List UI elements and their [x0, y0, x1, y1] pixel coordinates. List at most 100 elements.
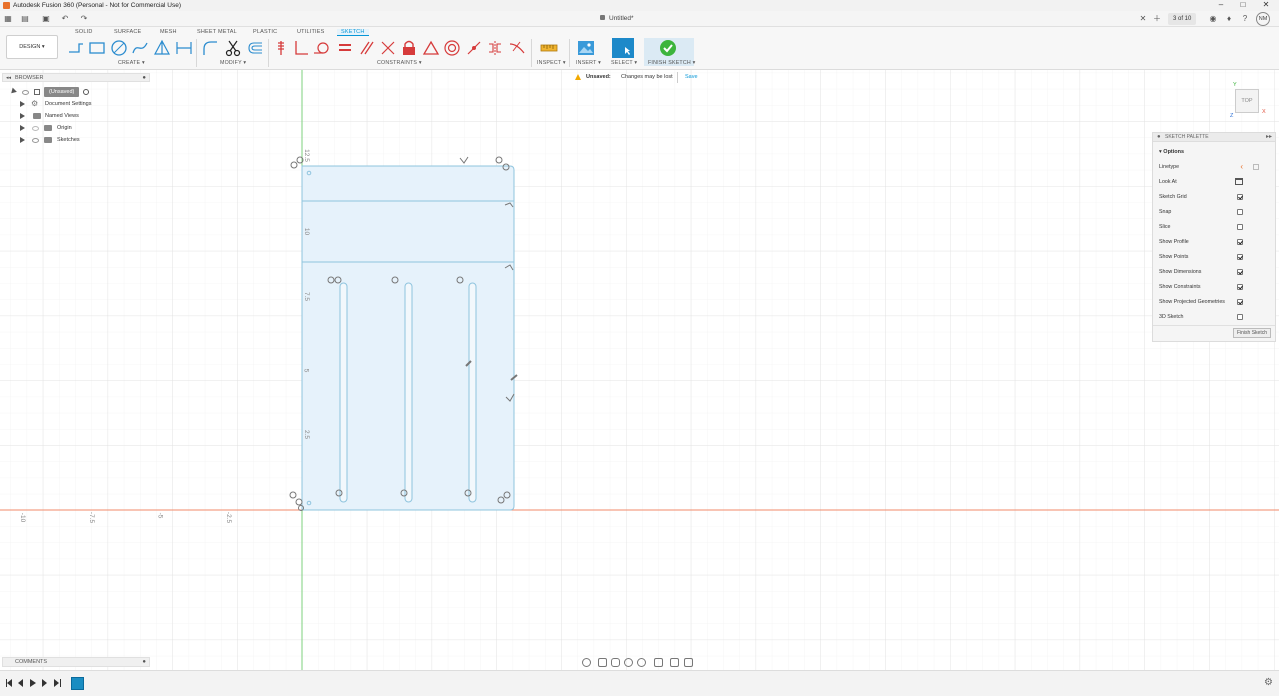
- show-points-checkbox[interactable]: [1237, 254, 1243, 260]
- inspect-menu[interactable]: INSPECT ▾: [537, 60, 566, 66]
- show-constraints-checkbox[interactable]: [1237, 284, 1243, 290]
- grid-snaps-icon[interactable]: [670, 658, 679, 667]
- notifications-bell-icon[interactable]: ♦: [1224, 14, 1234, 24]
- tree-item-named-views[interactable]: Named Views: [20, 111, 150, 121]
- tab-sketch[interactable]: SKETCH: [337, 29, 369, 36]
- go-to-end-icon[interactable]: [54, 679, 59, 687]
- comments-pin-icon[interactable]: ●: [142, 658, 146, 667]
- equal-constraint-icon[interactable]: [336, 39, 354, 57]
- slice-checkbox[interactable]: [1237, 224, 1243, 230]
- redo-icon[interactable]: ↷: [79, 14, 89, 24]
- tree-item-origin[interactable]: Origin: [20, 123, 150, 133]
- close-tab-icon[interactable]: ✕: [1138, 14, 1148, 24]
- go-to-start-icon[interactable]: [7, 679, 12, 687]
- select-menu[interactable]: SELECT ▾: [611, 60, 637, 66]
- tree-item-sketches[interactable]: Sketches: [20, 135, 150, 145]
- tab-solid[interactable]: SOLID: [75, 29, 93, 35]
- symmetry-constraint-icon[interactable]: [486, 39, 504, 57]
- help-icon[interactable]: ?: [1240, 14, 1250, 24]
- modify-menu[interactable]: MODIFY ▾: [220, 60, 246, 66]
- file-menu-icon[interactable]: ▤: [20, 14, 30, 24]
- offset-tool-icon[interactable]: [246, 39, 264, 57]
- expand-arrow-icon[interactable]: [9, 87, 17, 96]
- user-avatar[interactable]: NM: [1256, 12, 1270, 26]
- fix-constraint-icon[interactable]: [272, 39, 290, 57]
- pin-icon[interactable]: ●: [142, 74, 146, 82]
- constraints-menu[interactable]: CONSTRAINTS ▾: [377, 60, 422, 66]
- timeline-sketch-feature[interactable]: [71, 677, 84, 690]
- look-at-calendar-icon[interactable]: [1235, 178, 1243, 185]
- tab-utilities[interactable]: UTILITIES: [297, 29, 324, 35]
- 3d-sketch-checkbox[interactable]: [1237, 314, 1243, 320]
- visibility-eye-icon[interactable]: [22, 89, 29, 95]
- orbit-icon[interactable]: [582, 658, 591, 667]
- spline-tool-icon[interactable]: [131, 39, 149, 57]
- step-forward-icon[interactable]: [42, 679, 47, 687]
- palette-finish-sketch-button[interactable]: Finish Sketch: [1232, 328, 1271, 338]
- centerline-linetype-icon[interactable]: [1253, 164, 1259, 170]
- viewcube[interactable]: TOP: [1235, 89, 1259, 113]
- play-icon[interactable]: [30, 679, 36, 687]
- tab-surface[interactable]: SURFACE: [114, 29, 141, 35]
- tree-root[interactable]: (Unsaved): [9, 87, 150, 97]
- perpendicular-constraint-icon[interactable]: [379, 39, 397, 57]
- trim-scissors-icon[interactable]: [224, 39, 242, 57]
- expand-arrow-icon[interactable]: [20, 137, 25, 143]
- sketch-grid-checkbox[interactable]: [1237, 194, 1243, 200]
- document-tab[interactable]: Untitled*: [600, 13, 634, 25]
- collapse-arrows-icon[interactable]: ◂◂: [6, 74, 11, 82]
- timeline-settings-gear-icon[interactable]: ⚙: [1264, 677, 1273, 688]
- viewports-icon[interactable]: [684, 658, 693, 667]
- pan-hand-icon[interactable]: [611, 658, 620, 667]
- dimension-tool-icon[interactable]: [175, 39, 193, 57]
- tree-item-document-settings[interactable]: ⚙ Document Settings: [20, 99, 150, 109]
- activate-radio-icon[interactable]: [83, 89, 89, 95]
- tab-sheet-metal[interactable]: SHEET METAL: [197, 29, 237, 35]
- palette-header[interactable]: ● SKETCH PALETTE ▸▸: [1153, 133, 1275, 142]
- collinear-constraint-icon[interactable]: [465, 39, 483, 57]
- expand-palette-icon[interactable]: ▸▸: [1266, 133, 1272, 142]
- display-settings-icon[interactable]: [654, 658, 663, 667]
- visibility-eye-icon[interactable]: [32, 137, 39, 143]
- tangent-constraint-icon[interactable]: [313, 39, 331, 57]
- lock-constraint-icon[interactable]: [400, 39, 418, 57]
- fit-zoom-icon[interactable]: [637, 658, 646, 667]
- insert-menu[interactable]: INSERT ▾: [576, 60, 601, 66]
- show-dimensions-checkbox[interactable]: [1237, 269, 1243, 275]
- curvature-constraint-icon[interactable]: [508, 39, 526, 57]
- workspace-switcher[interactable]: DESIGN ▾: [6, 35, 58, 59]
- concentric-constraint-icon[interactable]: [443, 39, 461, 57]
- options-section[interactable]: ▾ Options: [1159, 149, 1184, 155]
- construction-linetype-icon[interactable]: ‹: [1240, 162, 1243, 172]
- save-link[interactable]: Save: [685, 72, 698, 83]
- look-at-icon[interactable]: [598, 658, 607, 667]
- sketch-canvas[interactable]: [0, 70, 1279, 670]
- create-menu[interactable]: CREATE ▾: [118, 60, 145, 66]
- comments-panel[interactable]: COMMENTS ●: [2, 657, 150, 667]
- polygon-tool-icon[interactable]: [153, 39, 171, 57]
- visibility-eye-icon[interactable]: [32, 125, 39, 131]
- tab-plastic[interactable]: PLASTIC: [253, 29, 277, 35]
- coincident-constraint-icon[interactable]: [292, 39, 310, 57]
- data-panel-grid-icon[interactable]: ▦: [3, 14, 13, 24]
- show-projected-geometries-checkbox[interactable]: [1237, 299, 1243, 305]
- undo-icon[interactable]: ↶: [60, 14, 70, 24]
- zoom-icon[interactable]: [624, 658, 633, 667]
- parallel-constraint-icon[interactable]: [357, 39, 375, 57]
- tab-mesh[interactable]: MESH: [160, 29, 177, 35]
- snap-checkbox[interactable]: [1237, 209, 1243, 215]
- maximize-button[interactable]: □: [1233, 0, 1253, 11]
- rectangle-tool-icon[interactable]: [88, 39, 106, 57]
- palette-grip-icon[interactable]: ●: [1157, 133, 1161, 142]
- extensions-icon[interactable]: ◉: [1208, 14, 1218, 24]
- circle-tool-icon[interactable]: [110, 39, 128, 57]
- step-back-icon[interactable]: [18, 679, 23, 687]
- save-icon[interactable]: ▣: [41, 14, 51, 24]
- finish-sketch-menu[interactable]: FINISH SKETCH ▾: [648, 60, 695, 66]
- new-tab-icon[interactable]: ＋: [1152, 14, 1162, 24]
- line-tool-icon[interactable]: [67, 39, 85, 57]
- browser-header[interactable]: ◂◂ BROWSER ●: [2, 73, 150, 82]
- insert-image-icon[interactable]: [577, 39, 595, 57]
- measure-ruler-icon[interactable]: [540, 39, 558, 57]
- expand-arrow-icon[interactable]: [20, 113, 25, 119]
